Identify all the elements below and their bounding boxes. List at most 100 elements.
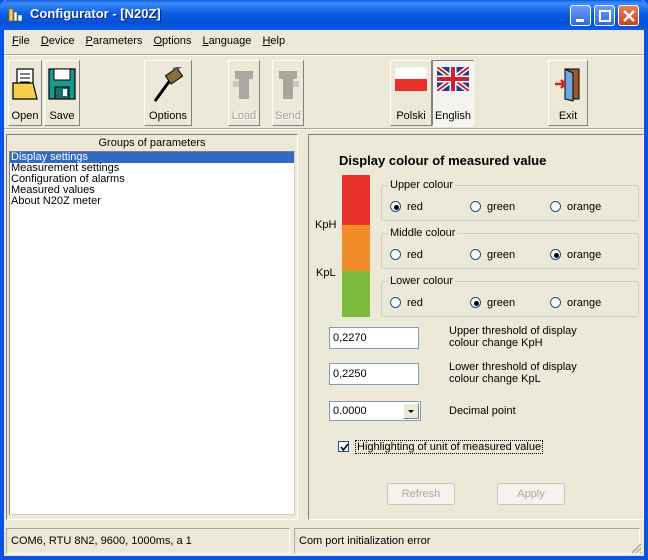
maximize-button[interactable] (594, 5, 615, 26)
app-window: Configurator - [N20Z] File Device Parame… (0, 0, 648, 560)
save-label: Save (49, 110, 75, 122)
kph-label: KpH (315, 219, 337, 231)
menu-device-accel: D (40, 35, 49, 47)
upper-green-radio[interactable]: green (470, 201, 515, 213)
uk-flag-icon (437, 67, 469, 91)
radio-label: red (407, 297, 423, 309)
save-button[interactable]: Save (44, 60, 80, 126)
radio-label: orange (567, 201, 602, 213)
exit-door-icon (555, 68, 580, 102)
load-button[interactable]: Load (228, 60, 260, 126)
colour-bar (342, 175, 370, 317)
menu-language[interactable]: Language (198, 32, 255, 50)
radio-selected-icon (470, 297, 481, 308)
refresh-button[interactable]: Refresh (387, 483, 455, 505)
app-icon (8, 8, 23, 22)
options-button[interactable]: Options (144, 60, 192, 126)
radio-selected-icon (550, 249, 561, 260)
radio-label: green (487, 249, 516, 261)
menu-device[interactable]: Device (37, 32, 79, 50)
groups-list[interactable]: Display settings Measurement settings Co… (9, 151, 295, 515)
open-label: Open (11, 110, 39, 122)
menu-parameters[interactable]: Parameters (82, 32, 147, 50)
maximize-icon (599, 10, 611, 22)
exit-label: Exit (558, 110, 578, 122)
resize-grip-icon[interactable] (630, 542, 642, 554)
status-message: Com port initialization error (294, 528, 640, 554)
upper-orange-radio[interactable]: orange (550, 201, 601, 213)
decimal-point-select[interactable]: 0.0000 (329, 401, 421, 421)
highlighting-label[interactable]: Highlighting of unit of measured value (355, 440, 544, 454)
display-colour-title: Display colour of measured value (339, 153, 547, 168)
title-bar[interactable]: Configurator - [N20Z] (0, 0, 648, 30)
status-connection: COM6, RTU 8N2, 9600, 1000ms, a 1 (6, 528, 290, 554)
colour-bar-lower (342, 271, 370, 317)
lower-orange-radio[interactable]: orange (550, 297, 601, 309)
radio-label: green (487, 201, 516, 213)
radio-icon (390, 297, 401, 308)
decimal-point-label: Decimal point (449, 405, 516, 417)
lower-green-radio[interactable]: green (470, 297, 515, 309)
minimize-button[interactable] (570, 5, 591, 26)
menu-options-accel: O (153, 35, 163, 47)
close-button[interactable] (618, 5, 639, 26)
upper-threshold-input[interactable]: 0,2270 (329, 327, 419, 349)
menu-help[interactable]: Help (258, 32, 289, 50)
lower-red-radio[interactable]: red (390, 297, 423, 309)
open-button[interactable]: Open (8, 60, 42, 126)
lower-colour-legend: Lower colour (388, 275, 455, 287)
toolbar-divider (4, 128, 644, 130)
polish-flag-icon (395, 67, 427, 91)
lower-threshold-input[interactable]: 0,2250 (329, 363, 419, 385)
radio-label: red (407, 249, 423, 261)
radio-label: orange (567, 297, 602, 309)
polski-button[interactable]: Polski (390, 60, 432, 126)
apply-button[interactable]: Apply (497, 483, 565, 505)
english-button[interactable]: English (432, 60, 474, 126)
highlighting-checkbox[interactable] (338, 441, 349, 452)
send-label: Send (275, 110, 301, 122)
open-folder-icon (12, 68, 38, 100)
upper-threshold-label: Upper threshold of display colour change… (449, 325, 577, 349)
kpl-label: KpL (316, 267, 336, 279)
exit-button[interactable]: Exit (548, 60, 588, 126)
middle-orange-radio[interactable]: orange (550, 249, 601, 261)
radio-selected-icon (390, 201, 401, 212)
options-label: Options (149, 110, 187, 122)
load-device-icon (233, 71, 253, 99)
display-settings-panel: Display colour of measured value KpH KpL… (308, 134, 644, 520)
lower-threshold-label-line1: Lower threshold of display (449, 361, 577, 373)
close-icon (623, 10, 635, 22)
options-cable-icon (153, 67, 184, 102)
radio-icon (470, 249, 481, 260)
save-floppy-icon (48, 68, 76, 100)
toolbar: Open Save Options Load Send Polski Engli… (4, 58, 644, 130)
menu-file-label: ile (18, 35, 30, 47)
groups-title: Groups of parameters (98, 137, 206, 149)
radio-label: red (407, 201, 423, 213)
menu-device-label: evice (48, 35, 75, 47)
colour-bar-upper (342, 175, 370, 225)
upper-threshold-label-line1: Upper threshold of display (449, 325, 577, 337)
dropdown-button[interactable] (403, 403, 419, 419)
middle-colour-legend: Middle colour (388, 227, 458, 239)
menu-divider (4, 54, 644, 56)
colour-bar-middle (342, 225, 370, 271)
group-item-about-meter[interactable]: About N20Z meter (10, 196, 294, 207)
middle-green-radio[interactable]: green (470, 249, 515, 261)
menu-parameters-accel: P (85, 35, 93, 47)
upper-red-radio[interactable]: red (390, 201, 423, 213)
menu-bar: File Device Parameters Options Language … (8, 32, 644, 52)
send-button[interactable]: Send (272, 60, 304, 126)
groups-panel: Groups of parameters Display settings Me… (6, 134, 298, 520)
menu-file[interactable]: File (8, 32, 34, 50)
english-label: English (434, 110, 472, 122)
radio-icon (470, 201, 481, 212)
middle-red-radio[interactable]: red (390, 249, 423, 261)
radio-label: green (487, 297, 516, 309)
radio-icon (390, 249, 401, 260)
menu-options[interactable]: Options (149, 32, 195, 50)
menu-options-label: ptions (162, 35, 192, 47)
decimal-point-value: 0.0000 (333, 405, 367, 417)
menu-file-accel: F (12, 35, 19, 47)
